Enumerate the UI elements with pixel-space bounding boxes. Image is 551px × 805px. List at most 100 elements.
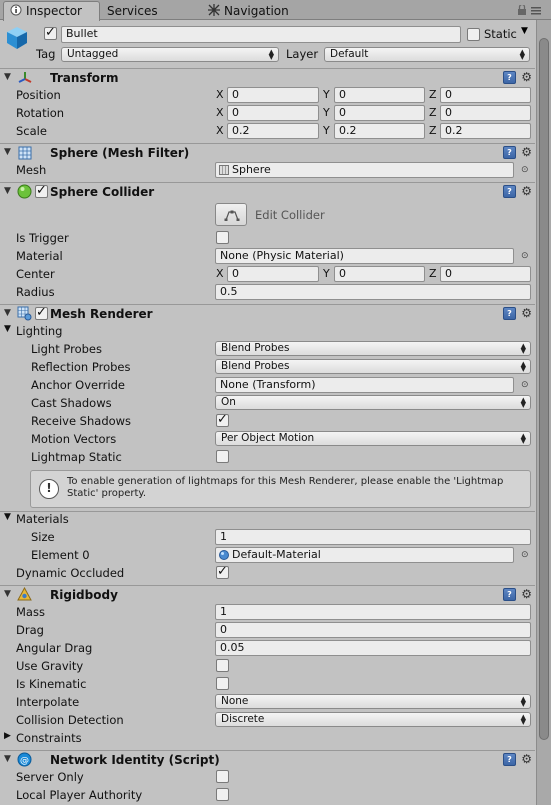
object-picker-icon[interactable]: ⊙ [521,165,529,175]
help-book-icon[interactable]: ? [503,753,516,766]
static-dropdown-arrow-icon[interactable]: ▼ [521,26,528,36]
position-y-input[interactable]: 0 [334,87,425,103]
vertical-scrollbar[interactable] [536,20,551,805]
svg-text:@: @ [20,756,29,766]
layer-dropdown[interactable]: Default ▲ ▼ [324,47,530,62]
inspector-info-icon [10,3,22,21]
materials-fold-icon[interactable]: ▼ [4,512,11,522]
local-player-authority-checkbox[interactable] [216,788,229,801]
lock-icon[interactable] [517,3,545,15]
position-label: Position [16,88,61,102]
gear-icon[interactable]: ⚙ [521,587,532,601]
transform-header[interactable]: ▼ Transform ? ⚙ [0,68,535,86]
scrollbar-thumb[interactable] [539,38,549,740]
help-book-icon[interactable]: ? [503,146,516,159]
position-x-input[interactable]: 0 [227,87,319,103]
lighting-fold-icon[interactable]: ▼ [4,324,11,334]
scale-x-input[interactable]: 0.2 [227,123,319,139]
drag-input[interactable]: 0 [215,622,531,638]
axis-y-label: Y [323,267,330,280]
dropdown-arrows-icon: ▲ ▼ [519,48,525,61]
mass-input[interactable]: 1 [215,604,531,620]
local-player-authority-label: Local Player Authority [16,788,143,802]
mesh-renderer-enabled-checkbox[interactable]: ✓ [35,305,48,320]
radius-input[interactable]: 0.5 [215,284,531,300]
network-identity-header[interactable]: ▼ @ Network Identity (Script) ? ⚙ [0,750,535,768]
help-book-icon[interactable]: ? [503,185,516,198]
gear-icon[interactable]: ⚙ [521,184,532,198]
constraints-fold-icon[interactable]: ▶ [4,731,11,741]
help-book-icon[interactable]: ? [503,71,516,84]
gear-icon[interactable]: ⚙ [521,70,532,84]
server-only-label: Server Only [16,770,84,784]
mesh-filter-header[interactable]: ▼ Sphere (Mesh Filter) ? ⚙ [0,143,535,161]
position-z-input[interactable]: 0 [440,87,531,103]
tag-dropdown[interactable]: Untagged ▲ ▼ [61,47,279,62]
is-kinematic-checkbox[interactable] [216,677,229,690]
material-sphere-icon [219,550,229,562]
tab-inspector[interactable]: Inspector [3,1,100,21]
rigidbody-header[interactable]: ▼ Rigidbody ? ⚙ [0,585,535,603]
rotation-y-input[interactable]: 0 [334,105,425,121]
lightmap-static-checkbox[interactable] [216,450,229,463]
axis-z-label: Z [429,88,437,101]
object-picker-icon[interactable]: ⊙ [521,251,529,261]
center-y-input[interactable]: 0 [334,266,425,282]
fold-triangle-icon[interactable]: ▼ [4,589,11,599]
tab-navigation[interactable]: Navigation [202,2,289,20]
gear-icon[interactable]: ⚙ [521,306,532,320]
cast-shadows-dropdown[interactable]: On ▲ ▼ [215,395,531,410]
is-trigger-checkbox[interactable] [216,231,229,244]
reflection-probes-dropdown[interactable]: Blend Probes ▲ ▼ [215,359,531,374]
object-picker-icon[interactable]: ⊙ [521,550,529,560]
mesh-renderer-header[interactable]: ▼ ✓ Mesh Renderer ? ⚙ [0,304,535,322]
scale-y-input[interactable]: 0.2 [334,123,425,139]
help-book-icon[interactable]: ? [503,307,516,320]
fold-triangle-icon[interactable]: ▼ [4,754,11,764]
collision-detection-dropdown[interactable]: Discrete ▲ ▼ [215,712,531,727]
mesh-object-field[interactable]: Sphere [215,162,514,178]
cast-shadows-value: On [221,396,236,408]
motion-vectors-value: Per Object Motion [221,432,315,444]
server-only-checkbox[interactable] [216,770,229,783]
gear-icon[interactable]: ⚙ [521,752,532,766]
drag-label: Drag [16,623,44,637]
tab-bar: Inspector Services Navigation [0,0,551,21]
anchor-override-label: Anchor Override [31,378,125,392]
scale-z-input[interactable]: 0.2 [440,123,531,139]
center-x-input[interactable]: 0 [227,266,319,282]
rotation-z-input[interactable]: 0 [440,105,531,121]
object-picker-icon[interactable]: ⊙ [521,380,529,390]
navigation-icon [208,3,220,21]
element0-object-field[interactable]: Default-Material [215,547,514,563]
object-name-input[interactable]: Bullet [61,26,461,43]
angular-drag-input[interactable]: 0.05 [215,640,531,656]
static-checkbox[interactable] [467,28,480,41]
active-checkbox[interactable]: ✓ [44,25,57,40]
edit-collider-button[interactable] [215,203,247,226]
fold-triangle-icon[interactable]: ▼ [4,186,11,196]
material-object-field[interactable]: None (Physic Material) [215,248,514,264]
checkmark-icon: ✓ [217,564,228,579]
receive-shadows-checkbox[interactable]: ✓ [216,412,229,427]
rotation-x-input[interactable]: 0 [227,105,319,121]
use-gravity-checkbox[interactable] [216,659,229,672]
center-z-input[interactable]: 0 [440,266,531,282]
fold-triangle-icon[interactable]: ▼ [4,72,11,82]
window-controls [517,3,545,18]
materials-size-input[interactable]: 1 [215,529,531,545]
mesh-filter-grid-icon [18,146,32,163]
light-probes-dropdown[interactable]: Blend Probes ▲ ▼ [215,341,531,356]
help-book-icon[interactable]: ? [503,588,516,601]
sphere-collider-header[interactable]: ▼ ✓ Sphere Collider ? ⚙ [0,182,535,200]
gear-icon[interactable]: ⚙ [521,145,532,159]
motion-vectors-dropdown[interactable]: Per Object Motion ▲ ▼ [215,431,531,446]
tab-services[interactable]: Services [101,2,158,20]
sphere-collider-enabled-checkbox[interactable]: ✓ [35,183,48,198]
fold-triangle-icon[interactable]: ▼ [4,308,11,318]
dynamic-occluded-checkbox[interactable]: ✓ [216,564,229,579]
anchor-override-field[interactable]: None (Transform) [215,377,514,393]
fold-triangle-icon[interactable]: ▼ [4,147,11,157]
interpolate-dropdown[interactable]: None ▲ ▼ [215,694,531,709]
dropdown-arrows-icon: ▲ ▼ [520,396,526,409]
